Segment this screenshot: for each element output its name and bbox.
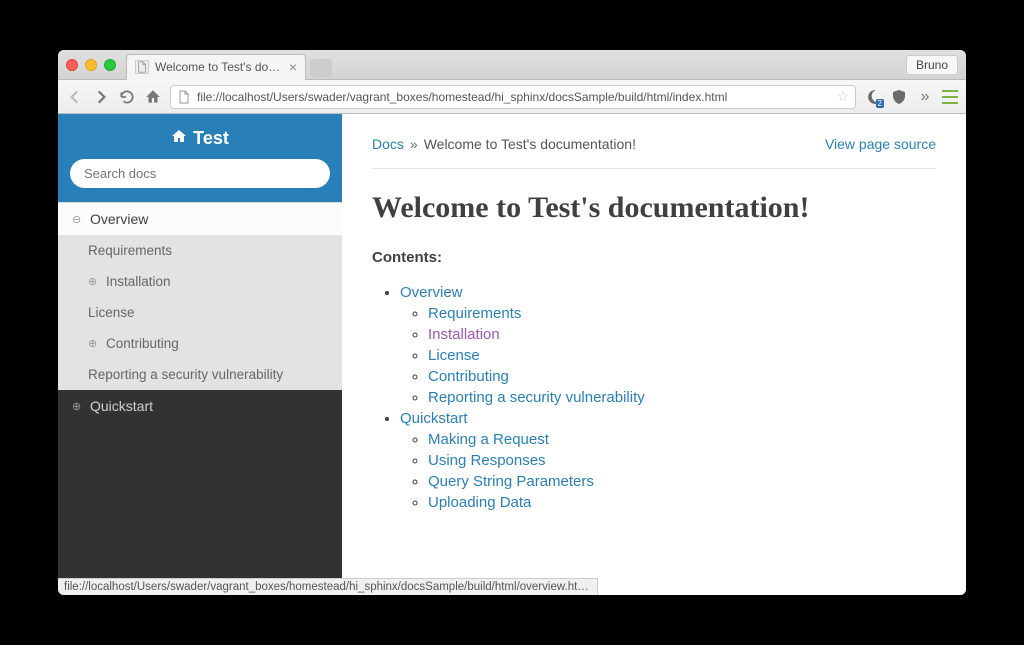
sidebar-item[interactable]: ⊕ Quickstart	[58, 390, 342, 422]
viewport: Test ⊖ Overview Requirements ⊕ Installation L…	[58, 114, 966, 595]
expand-icon: ⊕	[88, 275, 100, 288]
sidebar-item[interactable]: License	[58, 297, 342, 328]
sidebar-item-label: Requirements	[88, 243, 172, 258]
sidebar-item-label: Quickstart	[90, 398, 153, 414]
home-icon	[171, 128, 187, 149]
toc-link[interactable]: Using Responses	[428, 452, 546, 469]
home-button[interactable]	[144, 88, 162, 106]
extension-moon-icon[interactable]: 2	[864, 88, 882, 106]
search-input[interactable]	[70, 159, 330, 188]
toc-link[interactable]: Making a Request	[428, 431, 549, 448]
toc-item: Overview Requirements Installation License C…	[400, 284, 936, 406]
toc-subitem: License	[428, 347, 936, 364]
table-of-contents: Overview Requirements Installation License C…	[372, 284, 936, 511]
sidebar-item-label: Overview	[90, 211, 148, 227]
bookmark-star-icon[interactable]: ☆	[836, 88, 849, 105]
window-controls	[66, 59, 116, 71]
sidebar-item-label: Contributing	[106, 336, 179, 351]
toc-link[interactable]: Overview	[400, 284, 463, 301]
sidebar-item[interactable]: ⊖ Overview	[58, 202, 342, 235]
breadcrumb-root[interactable]: Docs	[372, 136, 404, 152]
document-icon	[135, 60, 149, 74]
breadcrumb-separator: »	[410, 136, 418, 152]
toc-subitem: Reporting a security vulnerability	[428, 389, 936, 406]
close-tab-icon[interactable]: ×	[289, 59, 297, 75]
status-bar: file://localhost/Users/swader/vagrant_bo…	[58, 578, 598, 595]
toc-link[interactable]: Quickstart	[400, 410, 468, 427]
sidebar-nav: ⊖ Overview Requirements ⊕ Installation Licens…	[58, 202, 342, 595]
extension-shield-icon[interactable]	[890, 88, 908, 106]
sidebar-item[interactable]: Reporting a security vulnerability	[58, 359, 342, 390]
breadcrumb-current: Welcome to Test's documentation!	[424, 136, 636, 152]
forward-button[interactable]	[92, 88, 110, 106]
browser-tab[interactable]: Welcome to Test's docume ×	[126, 54, 306, 80]
close-window-button[interactable]	[66, 59, 78, 71]
main-content: Docs » Welcome to Test's documentation! …	[342, 114, 966, 595]
overflow-button[interactable]: »	[916, 88, 934, 106]
toc-link[interactable]: License	[428, 347, 480, 364]
url-bar[interactable]: file://localhost/Users/swader/vagrant_bo…	[170, 85, 856, 109]
sidebar: Test ⊖ Overview Requirements ⊕ Installation L…	[58, 114, 342, 595]
divider	[372, 168, 936, 169]
view-source-link[interactable]: View page source	[825, 136, 936, 152]
browser-window: Welcome to Test's docume × Bruno file://…	[58, 50, 966, 595]
maximize-window-button[interactable]	[104, 59, 116, 71]
sidebar-item-label: Installation	[106, 274, 171, 289]
sidebar-item-label: License	[88, 305, 135, 320]
tab-bar: Welcome to Test's docume × Bruno	[58, 50, 966, 80]
menu-button[interactable]	[942, 90, 958, 104]
toc-subitem: Query String Parameters	[428, 473, 936, 490]
minimize-window-button[interactable]	[85, 59, 97, 71]
project-title[interactable]: Test	[70, 128, 330, 149]
breadcrumb: Docs » Welcome to Test's documentation! …	[372, 136, 936, 152]
profile-button[interactable]: Bruno	[906, 55, 958, 75]
sidebar-item-label: Reporting a security vulnerability	[88, 367, 283, 382]
toc-link[interactable]: Requirements	[428, 305, 521, 322]
back-button[interactable]	[66, 88, 84, 106]
toc-subitem: Using Responses	[428, 452, 936, 469]
reload-button[interactable]	[118, 88, 136, 106]
page-heading: Welcome to Test's documentation!	[372, 191, 936, 225]
toc-link[interactable]: Installation	[428, 326, 500, 343]
sidebar-item[interactable]: ⊕ Installation	[58, 266, 342, 297]
sidebar-header: Test	[58, 114, 342, 202]
tab-title: Welcome to Test's docume	[155, 60, 283, 74]
sidebar-item[interactable]: Requirements	[58, 235, 342, 266]
toc-item: Quickstart Making a Request Using Response…	[400, 410, 936, 511]
url-text: file://localhost/Users/swader/vagrant_bo…	[197, 90, 830, 104]
toc-subitem: Requirements	[428, 305, 936, 322]
toc-subitem: Contributing	[428, 368, 936, 385]
expand-icon: ⊕	[72, 400, 84, 413]
project-name-text: Test	[193, 128, 229, 149]
sidebar-item[interactable]: ⊕ Contributing	[58, 328, 342, 359]
toc-link[interactable]: Reporting a security vulnerability	[428, 389, 645, 406]
toolbar: file://localhost/Users/swader/vagrant_bo…	[58, 80, 966, 114]
expand-icon: ⊕	[88, 337, 100, 350]
toc-link[interactable]: Query String Parameters	[428, 473, 594, 490]
page-icon	[177, 90, 191, 104]
toc-subitem: Uploading Data	[428, 494, 936, 511]
toc-link[interactable]: Uploading Data	[428, 494, 531, 511]
new-tab-button[interactable]	[310, 59, 332, 77]
collapse-icon: ⊖	[72, 213, 84, 226]
extension-badge: 2	[876, 99, 884, 108]
toc-link[interactable]: Contributing	[428, 368, 509, 385]
toc-subitem: Making a Request	[428, 431, 936, 448]
contents-label: Contents:	[372, 249, 936, 266]
toc-subitem: Installation	[428, 326, 936, 343]
